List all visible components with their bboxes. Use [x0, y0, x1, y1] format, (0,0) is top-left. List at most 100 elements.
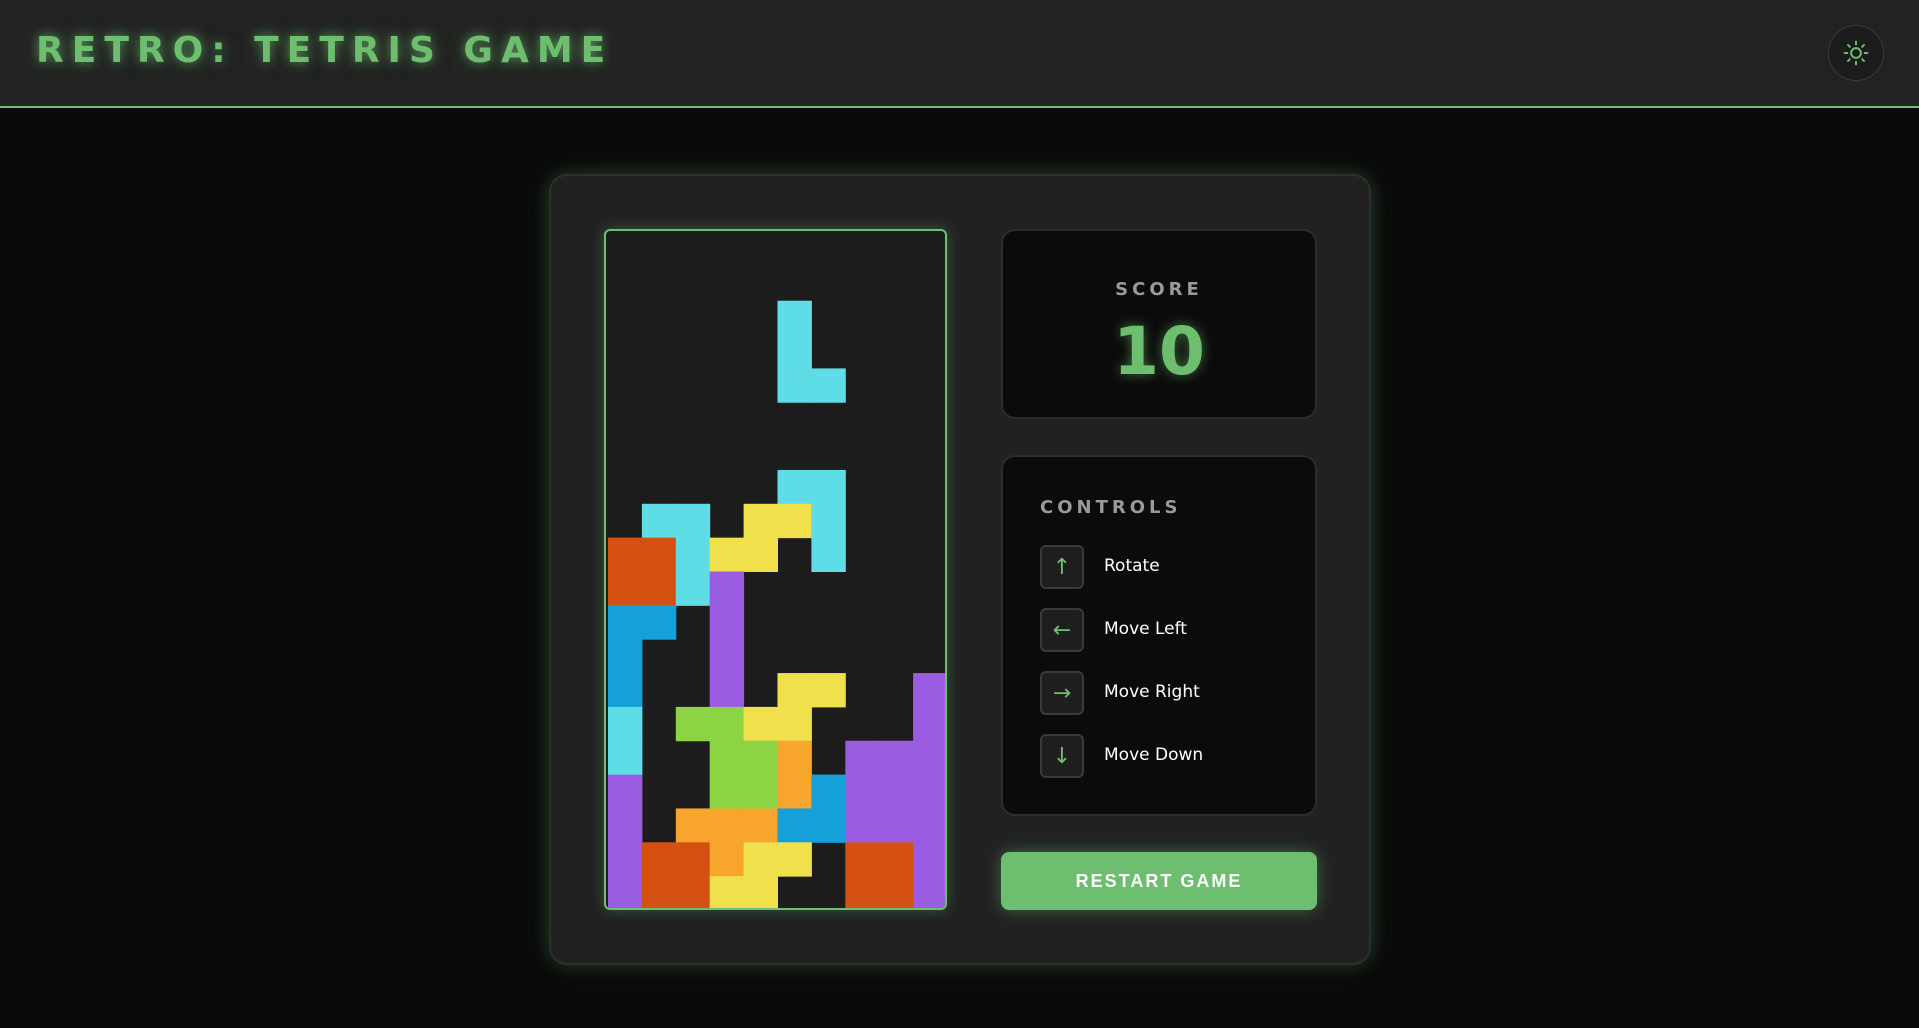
locked-block	[879, 774, 914, 809]
locked-block	[675, 842, 711, 877]
locked-block	[743, 706, 778, 742]
locked-block	[709, 639, 745, 674]
locked-block	[608, 774, 643, 809]
locked-block	[777, 673, 812, 708]
control-label-move-left: Move Left	[1104, 619, 1187, 639]
locked-block	[709, 774, 745, 809]
locked-block	[608, 808, 643, 843]
locked-block	[913, 673, 945, 708]
locked-block	[675, 503, 711, 539]
locked-block	[845, 740, 880, 776]
active-piece-block	[811, 368, 846, 403]
locked-block	[743, 876, 778, 908]
score-value: 10	[1113, 313, 1205, 390]
locked-block	[608, 876, 643, 908]
arrow-down-icon: ↓	[1040, 734, 1084, 778]
score-panel: SCORE 10	[1001, 229, 1317, 419]
locked-block	[777, 503, 812, 539]
locked-block	[709, 571, 745, 606]
locked-block	[709, 842, 745, 877]
locked-block	[913, 842, 945, 877]
locked-block	[777, 842, 812, 877]
locked-block	[608, 842, 643, 877]
locked-block	[913, 876, 945, 908]
locked-block	[845, 808, 880, 843]
active-piece-block	[777, 334, 812, 369]
control-label-move-right: Move Right	[1104, 682, 1200, 702]
locked-block	[845, 842, 880, 877]
locked-block	[608, 537, 643, 572]
locked-block	[811, 774, 846, 809]
sun-icon	[1843, 40, 1869, 66]
locked-block	[608, 673, 643, 708]
locked-block	[608, 571, 643, 606]
locked-block	[811, 469, 846, 505]
locked-block	[879, 876, 914, 908]
control-row-move-down: ↓ Move Down	[1040, 734, 1290, 778]
locked-block	[709, 876, 745, 908]
theme-toggle-button[interactable]	[1828, 25, 1884, 81]
locked-block	[879, 740, 914, 776]
locked-block	[743, 503, 778, 539]
locked-block	[743, 808, 778, 843]
locked-block	[675, 876, 711, 908]
app-title: RETRO: TETRIS GAME	[36, 30, 614, 71]
locked-block	[879, 842, 914, 877]
locked-block	[641, 876, 677, 908]
active-piece-block	[777, 368, 812, 403]
control-row-rotate: ↑ Rotate	[1040, 545, 1290, 589]
control-label-move-down: Move Down	[1104, 745, 1204, 765]
locked-block	[777, 706, 812, 742]
locked-block	[608, 740, 643, 776]
locked-block	[743, 537, 778, 572]
locked-block	[811, 673, 846, 708]
top-bar: RETRO: TETRIS GAME	[0, 0, 1919, 108]
locked-block	[743, 774, 778, 809]
locked-block	[845, 876, 880, 908]
locked-block	[913, 706, 945, 742]
locked-block	[811, 537, 846, 572]
locked-block	[913, 808, 945, 843]
arrow-right-icon: →	[1040, 671, 1084, 715]
locked-block	[641, 842, 677, 877]
locked-block	[709, 605, 745, 640]
arrow-up-icon: ↑	[1040, 545, 1084, 589]
locked-block	[913, 740, 945, 776]
locked-block	[675, 537, 711, 572]
arrow-left-icon: ←	[1040, 608, 1084, 652]
locked-block	[777, 808, 812, 843]
locked-block	[641, 537, 677, 572]
control-row-move-right: → Move Right	[1040, 671, 1290, 715]
control-label-rotate: Rotate	[1104, 556, 1160, 576]
locked-block	[709, 537, 745, 572]
control-row-move-left: ← Move Left	[1040, 608, 1290, 652]
locked-block	[709, 706, 745, 742]
locked-block	[641, 503, 677, 539]
locked-block	[709, 740, 745, 776]
locked-block	[777, 740, 812, 776]
locked-block	[743, 740, 778, 776]
locked-block	[879, 808, 914, 843]
locked-block	[743, 842, 778, 877]
restart-game-button[interactable]: RESTART GAME	[1001, 852, 1317, 910]
controls-panel: CONTROLS ↑ Rotate ← Move Left → Move Rig…	[1001, 455, 1317, 816]
locked-block	[675, 706, 711, 742]
game-board[interactable]	[604, 229, 947, 910]
locked-block	[675, 571, 711, 606]
locked-block	[608, 639, 643, 674]
score-label: SCORE	[1115, 279, 1203, 300]
locked-block	[777, 469, 812, 505]
locked-block	[641, 571, 677, 606]
locked-block	[608, 706, 643, 742]
locked-block	[777, 774, 812, 809]
controls-title: CONTROLS	[1040, 497, 1182, 518]
locked-block	[709, 808, 745, 843]
locked-block	[811, 503, 846, 539]
board-grid	[608, 300, 945, 908]
locked-block	[608, 605, 643, 640]
locked-block	[811, 808, 846, 843]
locked-block	[641, 605, 677, 640]
active-piece-block	[777, 300, 812, 336]
locked-block	[709, 673, 745, 708]
locked-block	[675, 808, 711, 843]
